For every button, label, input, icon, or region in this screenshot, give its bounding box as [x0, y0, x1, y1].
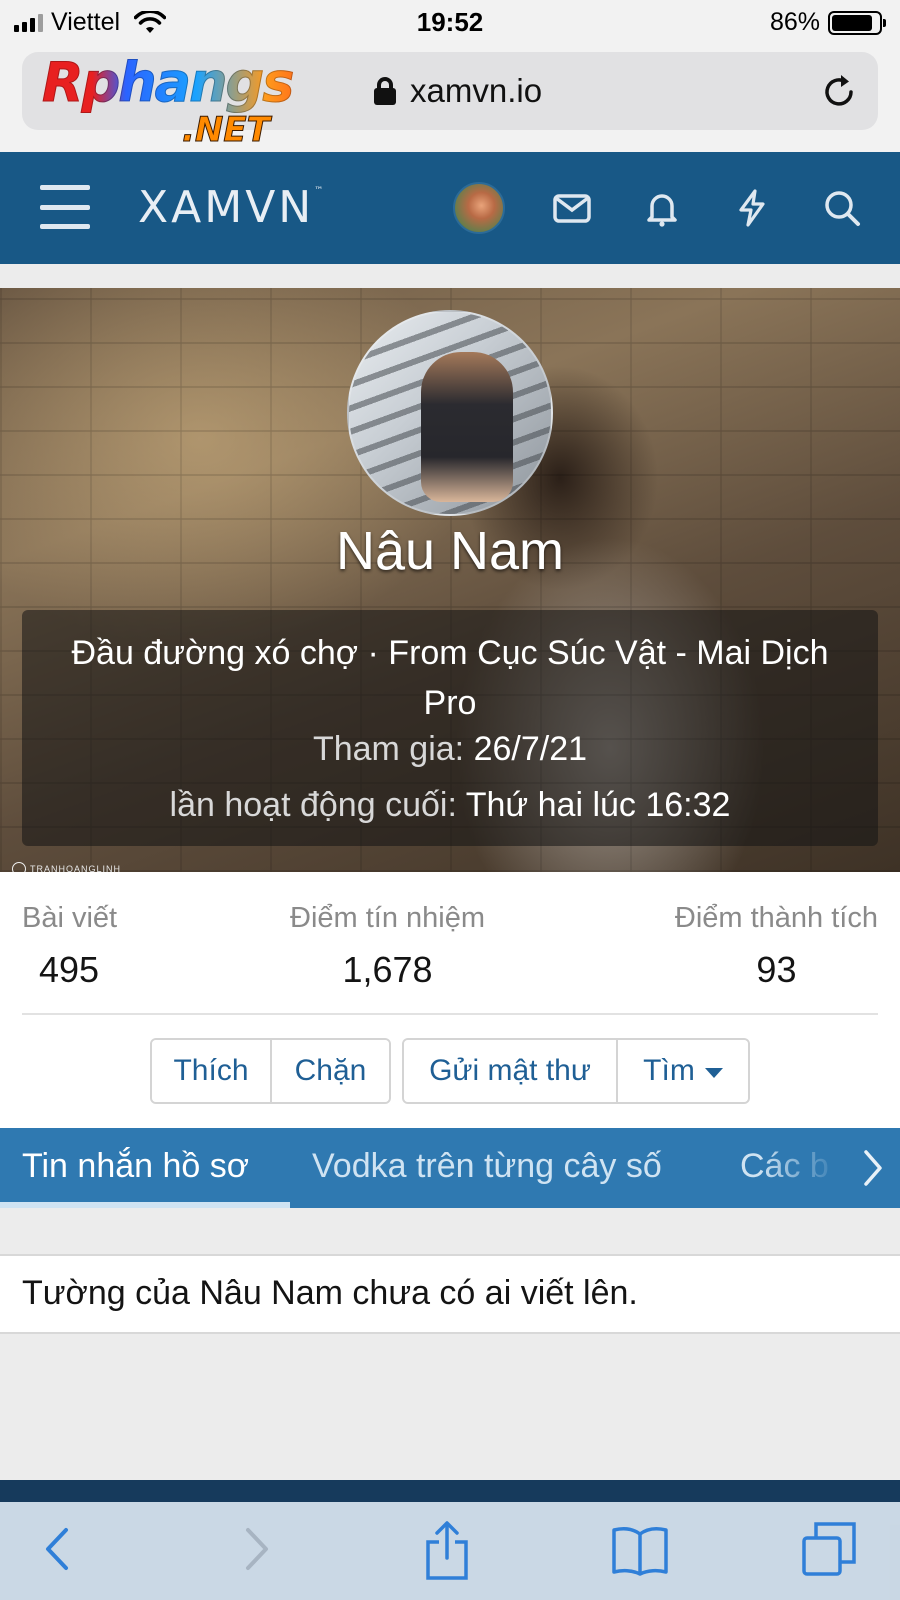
stat-value: 495 [39, 949, 100, 990]
wall-empty-message: Tường của Nâu Nam chưa có ai viết lên. [22, 1274, 638, 1312]
battery-icon [828, 10, 886, 35]
bell-icon[interactable] [642, 188, 682, 228]
joined-line: Tham gia: 26/7/21 [22, 730, 878, 769]
message-find-group: Gửi mật thư Tìm [402, 1038, 750, 1104]
block-button[interactable]: Chặn [272, 1040, 389, 1102]
bookmarks-icon[interactable] [610, 1524, 670, 1576]
stat-value: 1,678 [342, 949, 433, 990]
status-time: 19:52 [416, 7, 484, 37]
tabs-fade [760, 1128, 860, 1208]
profile-stats: Bài viết 495 Điểm tín nhiệm 1,678 Điểm t… [0, 872, 900, 1128]
camera-icon [12, 862, 26, 872]
status-bar: Viettel 19:52 86% [0, 0, 900, 44]
search-icon[interactable] [822, 188, 862, 228]
profile-banner: Nâu Nam Đầu đường xó chợ · From Cục Súc … [0, 288, 900, 872]
browser-toolbar [0, 1502, 900, 1600]
last-seen-line: lần hoạt động cuối: Thứ hai lúc 16:32 [22, 786, 878, 825]
tab-profile-posts[interactable]: Tin nhắn hồ sơ [22, 1128, 249, 1208]
follow-ignore-group: Thích Chặn [150, 1038, 391, 1104]
active-tab-indicator [0, 1202, 290, 1208]
joined-label: Tham gia: [312, 730, 465, 768]
stat-label: Bài viết [22, 902, 118, 934]
user-avatar[interactable] [453, 182, 505, 234]
status-right: 86% [769, 8, 886, 37]
profile-tabs: Tin nhắn hồ sơ Vodka trên từng cây số Cá… [0, 1128, 900, 1208]
tabs-icon[interactable] [800, 1520, 858, 1578]
watermark-logo: Rphangs .NET [42, 51, 322, 152]
divider [22, 1013, 878, 1015]
photo-credit: TRANHOANGLINH [12, 862, 121, 872]
profile-avatar[interactable] [347, 310, 553, 516]
joined-value: 26/7/21 [473, 730, 588, 768]
site-footer [0, 1480, 900, 1502]
tab-vodka[interactable]: Vodka trên từng cây số [312, 1128, 662, 1208]
stat-label: Điểm thành tích [674, 902, 878, 934]
chevron-right-icon [864, 1150, 882, 1186]
share-icon[interactable] [424, 1520, 470, 1582]
stat-reputation: Điểm tín nhiệm 1,678 [290, 902, 485, 991]
bolt-icon[interactable] [732, 188, 772, 228]
like-button[interactable]: Thích [152, 1040, 272, 1102]
stat-trophies: Điểm thành tích 93 [675, 902, 878, 991]
user-title: Đầu đường xó chợ · From Cục Súc Vật - Ma… [71, 634, 829, 722]
message-button[interactable]: Gửi mật thư [404, 1040, 618, 1102]
back-icon[interactable] [38, 1524, 78, 1574]
profile-wall: Tường của Nâu Nam chưa có ai viết lên. [0, 1254, 900, 1334]
profile-name: Nâu Nam [335, 521, 565, 581]
last-seen-label: lần hoạt động cuối: [169, 786, 457, 824]
site-logo[interactable]: XAMVN™ [138, 182, 323, 233]
stat-posts: Bài viết 495 [22, 902, 117, 991]
site-logo-text: XAMVN [138, 182, 315, 233]
photo-credit-text: TRANHOANGLINH [30, 864, 122, 872]
stat-label: Điểm tín nhiệm [290, 902, 486, 934]
caret-down-icon [704, 1067, 723, 1078]
mail-icon[interactable] [552, 188, 592, 228]
url-text[interactable]: xamvn.io [410, 72, 542, 110]
site-header: XAMVN™ [0, 152, 900, 264]
watermark-main-text: Rphangs [42, 51, 322, 114]
site-logo-trademark: ™ [314, 186, 324, 196]
tabs-scroll-right[interactable] [846, 1128, 900, 1208]
profile-info-box: Đầu đường xó chợ · From Cục Súc Vật - Ma… [22, 610, 878, 846]
reload-icon[interactable] [820, 72, 858, 110]
lock-icon [374, 77, 396, 105]
find-label: Tìm [643, 1054, 695, 1087]
last-seen-value: Thứ hai lúc 16:32 [465, 786, 731, 824]
stat-value: 93 [756, 949, 797, 990]
menu-icon[interactable] [40, 185, 90, 229]
find-button[interactable]: Tìm [618, 1040, 748, 1102]
battery-percent: 86% [769, 8, 820, 36]
watermark-sub-text: .NET [182, 110, 271, 151]
forward-icon[interactable] [236, 1524, 276, 1574]
